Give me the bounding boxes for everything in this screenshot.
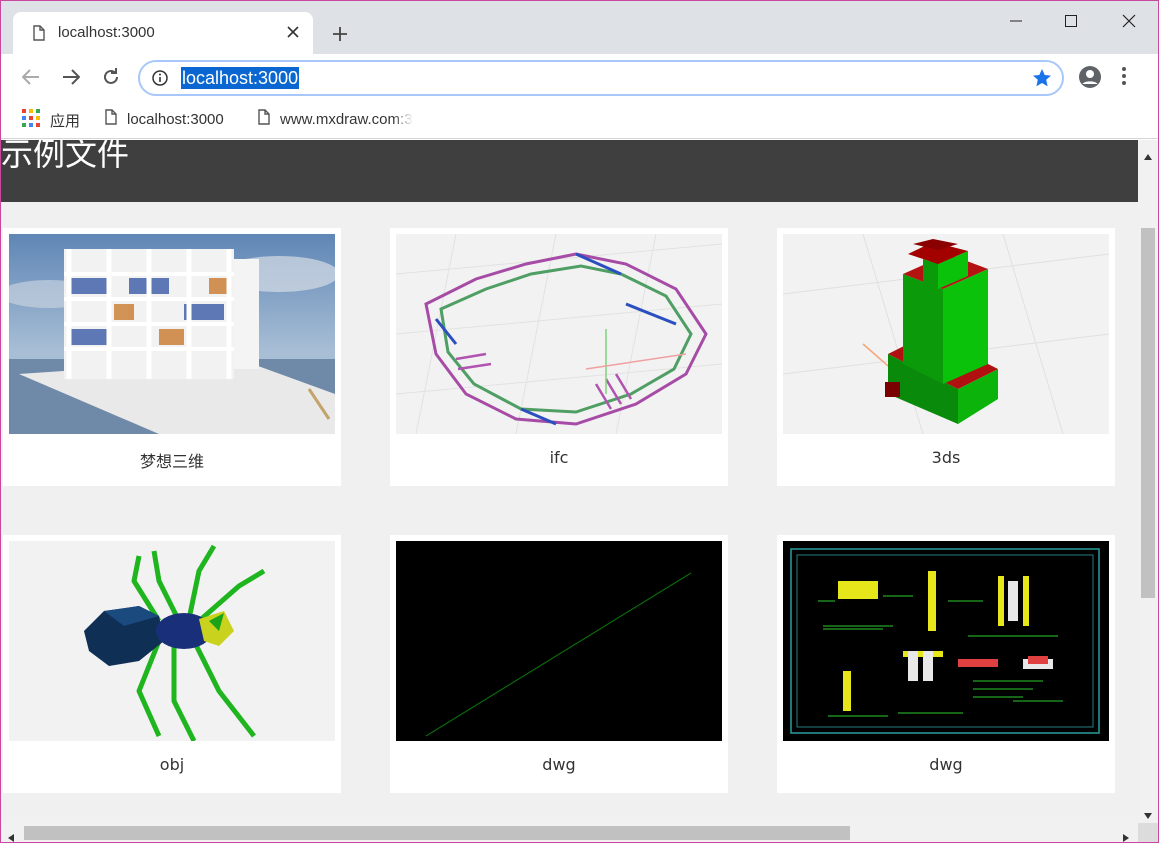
card-caption: 3ds [931,448,961,467]
card-caption: dwg [542,755,576,774]
info-icon[interactable] [152,70,168,90]
browser-tab[interactable]: localhost:3000 [13,12,313,54]
page-icon [33,25,45,45]
bookmark-mxdraw[interactable]: www.mxdraw.com:3 [258,109,413,129]
page-title: 示例文件 [1,140,130,173]
card-caption: 梦想三维 [139,452,204,471]
sample-card-dwg-drawing[interactable]: dwg [777,535,1115,793]
forward-arrow-icon[interactable] [59,65,83,89]
page-icon [105,109,117,129]
minimize-icon[interactable] [993,8,1039,34]
thumbnail-ifc[interactable] [396,234,722,434]
profile-avatar-icon[interactable] [1078,65,1102,93]
bookmark-label: 应用 [50,112,81,130]
maximize-icon[interactable] [1048,8,1094,34]
browser-toolbar: localhost:3000 [1,54,1158,100]
scroll-left-arrow-icon[interactable] [7,828,15,842]
scroll-down-arrow-icon[interactable] [1143,805,1153,824]
horizontal-scrollbar[interactable] [1,823,1138,842]
close-tab-icon[interactable] [283,22,303,42]
sample-card-obj[interactable]: obj [3,535,341,793]
bookmark-localhost[interactable]: localhost:3000 [105,109,224,129]
page-header: 示例文件 [1,140,1138,202]
bookmarks-bar: 应用 localhost:3000 www.mxdraw.com:3 [1,100,1158,139]
close-window-icon[interactable] [1106,8,1152,34]
scroll-right-arrow-icon[interactable] [1122,828,1130,842]
page-viewport: 示例文件 梦想三维 ifc 3ds obj dwg dwg [1,140,1138,823]
kebab-menu-icon[interactable] [1121,65,1127,91]
thumbnail-dwg[interactable] [396,541,722,741]
card-caption: ifc [549,448,569,467]
bookmark-star-icon[interactable] [1032,68,1052,92]
bookmark-apps[interactable]: 应用 [22,109,80,131]
vertical-scrollbar[interactable] [1138,140,1158,823]
browser-window: localhost:3000 localhost:3000 应用 localho… [0,0,1159,843]
vertical-scroll-thumb[interactable] [1141,228,1155,598]
sample-card-3ds[interactable]: 3ds [777,228,1115,486]
new-tab-icon[interactable] [329,23,351,45]
thumbnail-3ds[interactable] [783,234,1109,434]
sample-card-dwg[interactable]: dwg [390,535,728,793]
page-icon [258,109,270,129]
card-caption: obj [159,755,185,774]
sample-card-mxthree[interactable]: 梦想三维 [3,228,341,486]
card-caption: dwg [929,755,963,774]
url-text[interactable]: localhost:3000 [181,67,300,89]
horizontal-scroll-thumb[interactable] [24,826,850,840]
tab-strip: localhost:3000 [1,1,1158,54]
scrollbar-corner [1138,823,1158,842]
thumbnail-building[interactable] [9,234,335,434]
thumbnail-obj[interactable] [9,541,335,741]
sample-card-ifc[interactable]: ifc [390,228,728,486]
back-arrow-icon[interactable] [19,65,43,89]
thumbnail-dwg-drawing[interactable] [783,541,1109,741]
bookmark-label: localhost:3000 [127,110,224,128]
bookmark-label: www.mxdraw.com:3 [280,110,413,128]
scroll-up-arrow-icon[interactable] [1143,146,1153,165]
apps-grid-icon [22,109,40,131]
address-bar[interactable]: localhost:3000 [138,60,1064,96]
reload-icon[interactable] [99,65,123,89]
tab-title: localhost:3000 [58,24,155,41]
